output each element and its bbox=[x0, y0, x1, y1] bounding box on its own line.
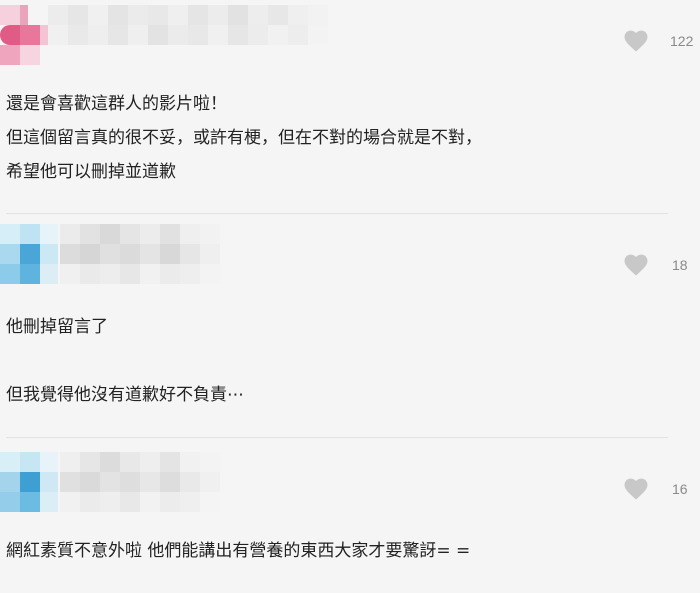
like-button[interactable]: 18 bbox=[624, 254, 688, 276]
heart-icon bbox=[624, 30, 648, 52]
heart-icon bbox=[624, 478, 648, 500]
like-button[interactable]: 122 bbox=[624, 30, 693, 52]
like-count: 16 bbox=[672, 481, 688, 497]
avatar[interactable] bbox=[0, 224, 58, 284]
comment-text: 還是會喜歡這群人的影片啦！ 但這個留言真的很不妥，或許有梗，但在不對的場合就是不對… bbox=[6, 94, 482, 182]
comment-item: 122 還是會喜歡這群人的影片啦！ 但這個留言真的很不妥，或許有梗，但在不對的場合… bbox=[0, 0, 700, 213]
username-blurred bbox=[60, 244, 220, 264]
heart-icon bbox=[624, 254, 648, 276]
comment-item: 18 他刪掉留言了 但我覺得他沒有道歉好不負責⋯ bbox=[0, 214, 700, 437]
username-blurred bbox=[60, 452, 220, 472]
avatar[interactable] bbox=[0, 5, 48, 65]
avatar[interactable] bbox=[0, 452, 58, 512]
username-blurred bbox=[60, 472, 220, 492]
username-blurred bbox=[48, 25, 328, 45]
like-count: 122 bbox=[670, 33, 694, 49]
username-blurred bbox=[48, 5, 328, 25]
like-count: 18 bbox=[672, 257, 688, 273]
comment-item: 16 網紅素質不意外啦 他們能講出有營養的東西大家才要驚訝= = bbox=[0, 438, 700, 593]
username-blurred bbox=[60, 224, 220, 244]
like-button[interactable]: 16 bbox=[624, 478, 688, 500]
comment-text: 網紅素質不意外啦 他們能講出有營養的東西大家才要驚訝= = bbox=[6, 541, 471, 561]
username-blurred bbox=[60, 492, 220, 512]
username-blurred bbox=[60, 264, 220, 284]
comment-text: 他刪掉留言了 但我覺得他沒有道歉好不負責⋯ bbox=[6, 317, 244, 405]
